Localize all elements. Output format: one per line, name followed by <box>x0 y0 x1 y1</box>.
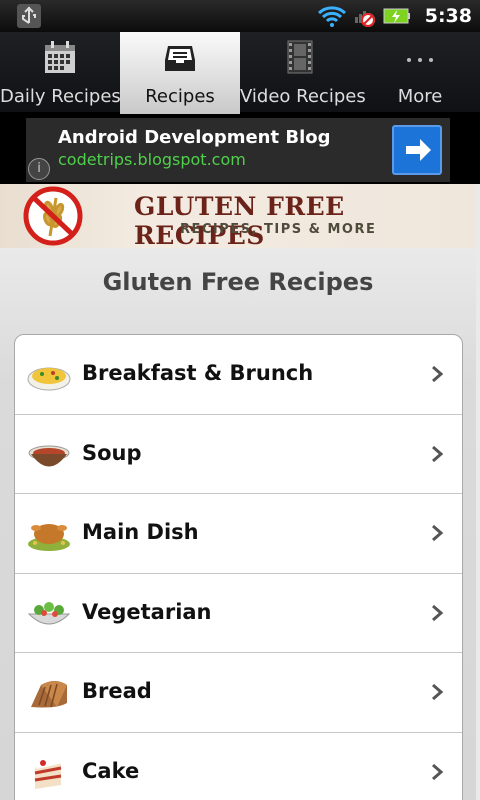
main-content: GLUTEN FREE RECIPES RECIPES, TIPS & MORE… <box>0 184 480 800</box>
tab-bar: Daily Recipes Recipes Video Recipes More <box>0 32 480 114</box>
inbox-tray-icon <box>165 46 195 71</box>
status-bar: 5:38 <box>0 0 480 32</box>
more-dots-icon <box>407 58 433 62</box>
tab-daily-recipes[interactable]: Daily Recipes <box>0 32 121 114</box>
list-item-bread[interactable]: Bread <box>15 653 462 733</box>
tab-label: Daily Recipes <box>0 86 121 107</box>
tab-video-recipes[interactable]: Video Recipes <box>240 32 366 114</box>
scroll-edge <box>476 184 480 800</box>
cake-slice-icon <box>34 759 63 789</box>
list-item-main-dish[interactable]: Main Dish <box>15 494 462 574</box>
ad-go-button[interactable] <box>392 125 442 175</box>
chevron-right-icon <box>432 365 444 383</box>
list-item-label: Soup <box>82 440 142 465</box>
bread-loaf-icon <box>31 681 67 708</box>
list-item-label: Main Dish <box>82 520 199 545</box>
arrow-right-icon <box>406 139 431 161</box>
calendar-icon <box>45 41 75 73</box>
tab-label: More <box>397 86 443 107</box>
usb-icon <box>17 4 41 28</box>
no-wheat-logo-icon <box>23 186 83 246</box>
roast-turkey-icon <box>28 524 70 552</box>
chevron-right-icon <box>432 763 444 781</box>
ad-info-icon[interactable]: i <box>28 158 50 180</box>
banner-subtitle: RECIPES, TIPS & MORE <box>180 222 377 237</box>
list-item-label: Bread <box>82 679 152 704</box>
clock-time: 5:38 <box>424 5 472 27</box>
chevron-right-icon <box>432 684 444 701</box>
film-strip-icon <box>287 40 313 74</box>
battery-charging-icon <box>383 8 410 24</box>
tab-recipes[interactable]: Recipes <box>120 32 240 114</box>
ad-url: codetrips.blogspot.com <box>58 150 246 169</box>
list-item-label: Breakfast & Brunch <box>82 361 314 385</box>
list-item-breakfast-brunch[interactable]: Breakfast & Brunch <box>15 335 462 415</box>
tab-label: Recipes <box>145 86 215 107</box>
ad-banner[interactable]: Android Development Blog codetrips.blogs… <box>26 118 450 182</box>
page-title: Gluten Free Recipes <box>102 268 374 296</box>
wifi-icon <box>317 6 346 27</box>
list-item-label: Vegetarian <box>82 599 212 624</box>
list-item-vegetarian[interactable]: Vegetarian <box>15 574 462 654</box>
ad-title: Android Development Blog <box>58 127 331 148</box>
tab-more[interactable]: More <box>360 32 480 114</box>
signal-blocked-icon <box>354 11 375 27</box>
category-list: Breakfast & Brunch Soup Main Dish Vegeta… <box>14 334 463 800</box>
banner-title: GLUTEN FREE RECIPES <box>134 192 345 250</box>
salad-icon <box>27 601 71 625</box>
list-item-soup[interactable]: Soup <box>15 415 462 495</box>
tab-label: Video Recipes <box>240 86 366 107</box>
list-item-cake[interactable]: Cake <box>15 733 462 800</box>
soup-bowl-icon <box>28 445 70 467</box>
chevron-right-icon <box>432 604 444 621</box>
chevron-right-icon <box>432 445 444 462</box>
app-banner: GLUTEN FREE RECIPES RECIPES, TIPS & MORE <box>0 184 476 250</box>
chevron-right-icon <box>432 525 444 542</box>
list-item-label: Cake <box>82 758 140 783</box>
omelette-icon <box>27 367 71 391</box>
